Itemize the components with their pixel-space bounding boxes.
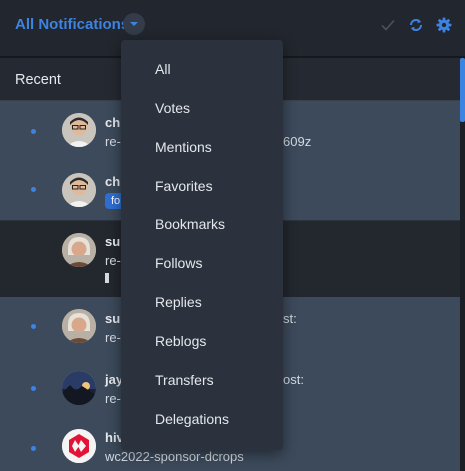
notification-text: re- (105, 253, 121, 268)
avatar[interactable] (62, 173, 96, 207)
filter-option-label: Follows (155, 255, 203, 271)
filter-option-label: Mentions (155, 139, 212, 155)
text-fragment-bar (105, 273, 109, 283)
filter-option-label: Reblogs (155, 333, 207, 349)
scrollbar-thumb[interactable] (460, 58, 465, 122)
filter-option-delegations[interactable]: Delegations (121, 401, 283, 439)
filter-dropdown-button[interactable] (123, 13, 145, 35)
notification-text: re- (105, 391, 121, 406)
hive-logo-icon (62, 429, 96, 463)
notification-text-tail: st: (283, 311, 297, 326)
filter-dropdown-menu: All Votes Mentions Favorites Bookmarks F… (121, 40, 283, 450)
gear-icon[interactable] (435, 16, 453, 34)
unread-dot-icon (31, 129, 36, 134)
filter-option-follows[interactable]: Follows (121, 245, 283, 283)
notification-text: re- (105, 330, 121, 345)
refresh-icon[interactable] (407, 16, 425, 34)
landscape-avatar-icon (62, 371, 96, 405)
filter-option-label: Bookmarks (155, 216, 226, 232)
filter-option-reblogs[interactable]: Reblogs (121, 323, 283, 361)
avatar[interactable] (62, 309, 96, 343)
person-avatar-icon (62, 309, 96, 343)
person-avatar-icon (62, 233, 96, 267)
filter-option-bookmarks[interactable]: Bookmarks (121, 206, 283, 244)
unread-dot-icon (31, 446, 36, 451)
filter-option-favorites[interactable]: Favorites (121, 168, 283, 206)
notification-text-tail: 609z (283, 134, 312, 149)
filter-option-label: Delegations (155, 411, 229, 427)
avatar[interactable] (62, 429, 96, 463)
filter-option-transfers[interactable]: Transfers (121, 362, 283, 400)
filter-option-label: Replies (155, 294, 202, 310)
person-avatar-icon (62, 113, 96, 147)
notification-text: re- (105, 134, 121, 149)
unread-dot-icon (31, 386, 36, 391)
notification-author[interactable]: su (105, 311, 120, 326)
notification-text-tail: ost: (283, 372, 304, 387)
filter-option-votes[interactable]: Votes (121, 90, 283, 128)
notification-author[interactable]: su (105, 234, 120, 249)
filter-option-all[interactable]: All (121, 51, 283, 89)
unread-dot-icon (31, 187, 36, 192)
person-avatar-icon (62, 173, 96, 207)
caret-down-icon (130, 22, 138, 26)
section-title: Recent (15, 72, 61, 88)
avatar[interactable] (62, 371, 96, 405)
notification-text: wc2022-sponsor-dcrops (105, 449, 244, 464)
avatar[interactable] (62, 113, 96, 147)
page-title[interactable]: All Notifications (15, 16, 129, 33)
filter-option-label: Favorites (155, 178, 213, 194)
avatar[interactable] (62, 233, 96, 267)
unread-dot-icon (31, 324, 36, 329)
filter-option-label: Transfers (155, 372, 214, 388)
filter-option-label: Votes (155, 100, 191, 116)
filter-option-label: All (155, 61, 171, 77)
checkmark-icon[interactable] (379, 16, 397, 34)
filter-option-replies[interactable]: Replies (121, 284, 283, 322)
filter-option-mentions[interactable]: Mentions (121, 129, 283, 167)
